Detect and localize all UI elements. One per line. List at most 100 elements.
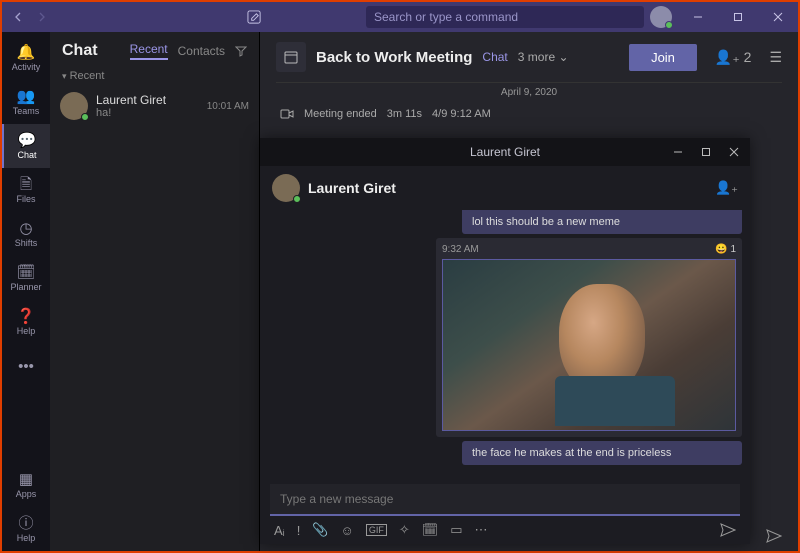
files-icon: 🗎 [20,177,32,192]
laugh-emoji-icon: 😀 [715,244,727,255]
rail-planner[interactable]: 🗓 Planner [2,256,50,300]
message-bubble-partial: lol this should be a new meme [462,210,742,234]
rail-label: Shifts [15,238,38,248]
reaction-count: 1 [730,244,736,255]
apps-icon: ▦ [19,472,33,487]
rail-label: Apps [16,489,37,499]
presence-available-icon [665,21,673,29]
planner-icon: 🗓 [16,265,35,280]
more-options-icon[interactable]: ☰ [769,49,782,66]
attach-icon[interactable]: 📎 [312,522,328,538]
more-icon[interactable]: ⋯ [475,522,488,538]
video-off-icon [280,108,294,120]
panel-header: Chat Recent Contacts [50,32,259,66]
rail-label: Help [17,326,36,336]
priority-icon[interactable]: ! [297,523,301,538]
rail-more[interactable]: ••• [2,344,50,388]
rail-activity[interactable]: 🔔 Activity [2,36,50,80]
reaction-button[interactable]: 😀 1 [715,244,736,255]
join-button[interactable]: Join [629,44,697,71]
chat-list-panel: Chat Recent Contacts ▾ Recent Laurent Gi… [50,32,260,551]
maximize-button[interactable] [718,2,758,32]
main-content: Back to Work Meeting Chat 3 more ⌄ Join … [260,32,798,551]
meeting-more-dropdown[interactable]: 3 more ⌄ [518,50,569,64]
rail-files[interactable]: 🗎 Files [2,168,50,212]
filter-icon[interactable] [235,45,247,57]
back-button[interactable] [8,7,28,27]
rail-apps[interactable]: ▦ Apps [2,463,50,507]
app-rail: 🔔 Activity 👥 Teams 💬 Chat 🗎 Files ◷ Shif… [2,32,50,551]
format-icon[interactable]: Aᵢ [274,523,285,538]
presence-available-icon [81,113,89,121]
stream-icon[interactable]: ▭ [450,522,462,538]
chevron-down-icon: ⌄ [558,50,568,64]
meeting-tab-chat[interactable]: Chat [482,50,507,64]
chat-list-item[interactable]: Laurent Giret ha! 10:01 AM [50,86,259,126]
gif-icon[interactable]: GIF [366,524,387,536]
rail-help[interactable]: ⓘ Help [2,507,50,551]
tab-recent[interactable]: Recent [130,42,168,60]
compose-toolbar: Aᵢ ! 📎 ☺ GIF ✧ 🗓 ▭ ⋯ [260,516,750,544]
message-time: 9:32 AM [442,244,479,255]
new-chat-button[interactable] [242,5,266,29]
popout-chat-window: Laurent Giret Laurent Giret 👤₊ lol this … [260,138,750,544]
presence-available-icon [293,195,301,203]
person-face-icon [559,284,645,394]
rail-label: Activity [12,62,41,72]
chat-time: 10:01 AM [207,101,249,112]
minimize-button[interactable] [678,2,718,32]
close-button[interactable] [722,140,746,164]
avatar [60,92,88,120]
add-people-icon[interactable]: 👤₊ [715,180,738,196]
maximize-button[interactable] [694,140,718,164]
schedule-icon[interactable]: 🗓 [422,522,439,538]
chat-name: Laurent Giret [96,93,199,107]
message-input[interactable]: Type a new message [270,484,740,516]
profile-avatar[interactable] [650,6,672,28]
teams-icon: 👥 [17,89,36,104]
title-bar: Search or type a command [2,2,798,32]
tab-contacts[interactable]: Contacts [178,44,225,58]
system-message: Meeting ended 3m 11s 4/9 9:12 AM [260,102,798,126]
emoji-icon[interactable]: ☺ [341,523,354,538]
search-placeholder: Search or type a command [374,10,518,24]
rail-label: Help [17,533,36,543]
rail-label: Files [16,194,35,204]
send-button[interactable] [720,523,736,537]
nav-buttons [2,7,52,27]
rail-label: Teams [13,106,40,116]
message-image[interactable] [442,259,736,431]
close-button[interactable] [758,2,798,32]
popout-titlebar[interactable]: Laurent Giret [260,138,750,166]
compose-area: Type a new message [270,484,740,516]
search-input[interactable]: Search or type a command [366,6,644,28]
app-body: 🔔 Activity 👥 Teams 💬 Chat 🗎 Files ◷ Shif… [2,32,798,551]
message-bubble: the face he makes at the end is priceles… [462,441,742,465]
section-recent[interactable]: ▾ Recent [50,66,259,86]
bell-icon: 🔔 [17,45,36,60]
calendar-icon [276,42,306,72]
window-controls [644,2,798,32]
rail-chat[interactable]: 💬 Chat [2,124,50,168]
send-button[interactable] [766,529,782,543]
avatar[interactable] [272,174,300,202]
forward-button[interactable] [32,7,52,27]
participants-indicator[interactable]: 👤₊ 2 [715,49,752,66]
system-duration: 3m 11s [387,108,422,120]
message-image-block[interactable]: 9:32 AM 😀 1 [436,238,742,437]
popout-contact-name: Laurent Giret [308,180,396,196]
chat-preview: ha! [96,107,199,119]
meeting-header: Back to Work Meeting Chat 3 more ⌄ Join … [260,32,798,82]
rail-teams[interactable]: 👥 Teams [2,80,50,124]
popout-messages[interactable]: lol this should be a new meme 9:32 AM 😀 … [260,210,750,484]
rail-label: Planner [10,282,41,292]
minimize-button[interactable] [666,140,690,164]
rail-label: Chat [17,150,36,160]
rail-shifts[interactable]: ◷ Shifts [2,212,50,256]
help-icon: ⓘ [18,516,33,531]
meeting-title: Back to Work Meeting [316,49,472,66]
system-time: 4/9 9:12 AM [432,108,491,120]
rail-help-top[interactable]: ❓ Help [2,300,50,344]
sticker-icon[interactable]: ✧ [399,522,410,538]
shifts-icon: ◷ [19,221,32,236]
